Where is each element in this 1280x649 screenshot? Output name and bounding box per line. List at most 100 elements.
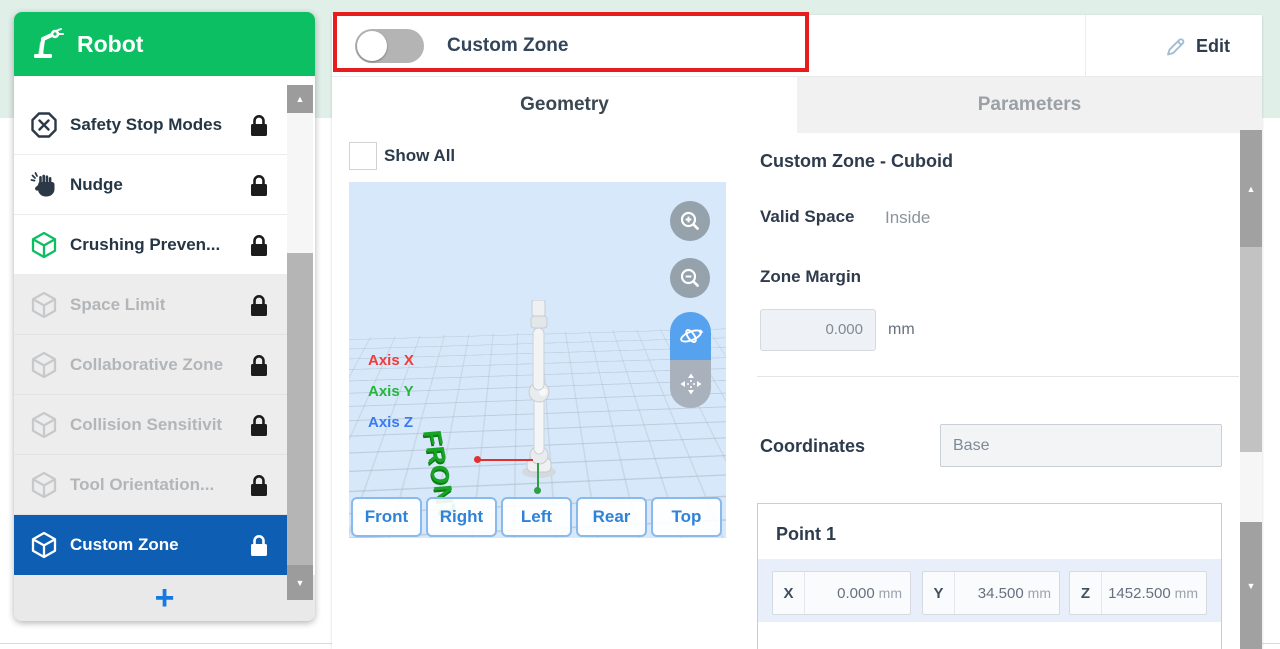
show-all-checkbox[interactable] — [349, 142, 377, 170]
sidebar-scrollbar[interactable]: ▲ ▼ — [287, 85, 313, 600]
axis-z-label: Axis Z — [368, 414, 413, 431]
cube-icon — [30, 231, 58, 259]
header-divider — [1085, 15, 1086, 77]
sidebar-item-label: Collaborative Zone — [70, 355, 223, 375]
sidebar-item-label: Tool Orientation... — [70, 475, 214, 495]
axis-letter: Y — [923, 572, 955, 614]
point-x-field[interactable]: X 0.000 mm — [772, 571, 911, 615]
sidebar-item-tool-orientation[interactable]: Tool Orientation... — [14, 455, 287, 515]
panel-scroll-down-button[interactable]: ▼ — [1240, 522, 1262, 649]
scrollbar-thumb[interactable] — [287, 253, 313, 565]
cube-icon — [30, 531, 58, 559]
zoom-in-button[interactable] — [670, 201, 710, 241]
unit-label: mm — [879, 585, 910, 601]
coordinates-select[interactable]: Base — [940, 424, 1222, 467]
axis-y-label: Axis Y — [368, 383, 414, 400]
sidebar-item-crushing-prevention[interactable]: Crushing Preven... — [14, 215, 287, 275]
zoom-out-button[interactable] — [670, 258, 710, 298]
point-y-field[interactable]: Y 34.500 mm — [922, 571, 1060, 615]
zone-header-row: Custom Zone Edit — [332, 15, 1262, 77]
edit-button-label: Edit — [1196, 36, 1230, 57]
unit-label: mm — [1175, 585, 1206, 601]
point-values-row: X 0.000 mm Y 34.500 mm Z 1452.500 mm — [758, 559, 1221, 622]
point-y-value: 34.500 — [955, 585, 1028, 602]
view-right-button[interactable]: Right — [426, 497, 497, 537]
cube-icon — [30, 351, 58, 379]
y-axis-end-dot — [534, 487, 541, 494]
show-all-label: Show All — [384, 142, 455, 170]
lock-icon — [248, 533, 270, 557]
tab-label: Parameters — [978, 94, 1082, 116]
sidebar-item-label: Custom Zone — [70, 535, 179, 555]
tab-geometry[interactable]: Geometry — [332, 77, 797, 133]
section-divider — [757, 376, 1239, 377]
zone-margin-label: Zone Margin — [760, 267, 861, 287]
pencil-icon — [1164, 35, 1187, 58]
sidebar-item-label: Space Limit — [70, 295, 165, 315]
app-window: Robot Safety Stop Modes — [0, 0, 1280, 649]
3d-viewport[interactable]: Axis X Axis Y Axis Z FRONT — [349, 182, 726, 538]
scrollbar-track[interactable] — [287, 113, 313, 253]
lock-icon — [248, 413, 270, 437]
panel-scroll-up-button[interactable]: ▲ — [1240, 130, 1262, 247]
main-panel: Custom Zone Edit Geometry Parameters Sho… — [332, 15, 1262, 649]
zone-toggle-label: Custom Zone — [447, 15, 568, 77]
pan-arrows-icon — [679, 372, 703, 396]
nudge-hand-icon — [30, 171, 58, 199]
point-1-card: Point 1 X 0.000 mm Y 34.500 mm Z 1452.50… — [757, 503, 1222, 649]
tab-label: Geometry — [520, 94, 609, 116]
custom-zone-toggle[interactable] — [355, 29, 424, 63]
point-title: Point 1 — [776, 524, 836, 545]
view-top-button[interactable]: Top — [651, 497, 722, 537]
sidebar-item-collision-sensitivity[interactable]: Collision Sensitivit — [14, 395, 287, 455]
axis-letter: X — [773, 572, 805, 614]
lock-icon — [248, 353, 270, 377]
view-rear-button[interactable]: Rear — [576, 497, 647, 537]
sidebar-item-custom-zone[interactable]: Custom Zone — [14, 515, 287, 575]
orbit-rotate-icon — [678, 324, 704, 348]
orbit-pan-control — [670, 312, 711, 408]
sidebar-item-collaborative-zone[interactable]: Collaborative Zone — [14, 335, 287, 395]
lock-icon — [248, 173, 270, 197]
lock-icon — [248, 233, 270, 257]
sidebar-item-nudge[interactable]: Nudge — [14, 155, 287, 215]
magnifier-plus-icon — [679, 210, 701, 232]
add-zone-row: + — [14, 575, 315, 621]
scroll-down-button[interactable]: ▼ — [287, 565, 313, 600]
view-front-button[interactable]: Front — [351, 497, 422, 537]
edit-button[interactable]: Edit — [1132, 15, 1262, 77]
coordinates-label: Coordinates — [760, 436, 865, 457]
cube-icon — [30, 411, 58, 439]
magnifier-minus-icon — [679, 267, 701, 289]
sidebar-item-safety-stop-modes[interactable]: Safety Stop Modes — [14, 95, 287, 155]
orbit-mode-button[interactable] — [670, 312, 711, 360]
point-x-value: 0.000 — [805, 585, 879, 602]
zone-margin-input[interactable]: 0.000 — [760, 309, 876, 351]
tab-parameters[interactable]: Parameters — [797, 77, 1262, 133]
axis-x-label: Axis X — [368, 352, 414, 369]
sidebar-item-space-limit[interactable]: Space Limit — [14, 275, 287, 335]
x-axis-line — [478, 459, 533, 461]
valid-space-label: Valid Space — [760, 207, 855, 227]
axis-letter: Z — [1070, 572, 1102, 614]
sidebar-item-label: Safety Stop Modes — [70, 115, 222, 135]
add-button[interactable]: + — [155, 583, 175, 613]
scroll-up-button[interactable]: ▲ — [287, 85, 313, 113]
lock-icon — [248, 293, 270, 317]
toggle-knob — [357, 31, 387, 61]
valid-space-value: Inside — [885, 208, 930, 228]
stop-octagon-icon — [30, 111, 58, 139]
point-z-value: 1452.500 — [1102, 585, 1175, 602]
sidebar-title: Robot — [77, 31, 143, 58]
panel-scrollbar-thumb[interactable] — [1240, 452, 1262, 522]
pan-mode-button[interactable] — [670, 360, 711, 408]
unit-label: mm — [1028, 585, 1059, 601]
panel-scrollbar-track[interactable] — [1240, 247, 1262, 452]
view-left-button[interactable]: Left — [501, 497, 572, 537]
sidebar-item-label: Crushing Preven... — [70, 235, 220, 255]
tab-bar: Geometry Parameters — [332, 77, 1262, 133]
sidebar: Robot Safety Stop Modes — [14, 12, 315, 621]
point-z-field[interactable]: Z 1452.500 mm — [1069, 571, 1207, 615]
lock-icon — [248, 113, 270, 137]
sidebar-header: Robot — [14, 12, 315, 76]
